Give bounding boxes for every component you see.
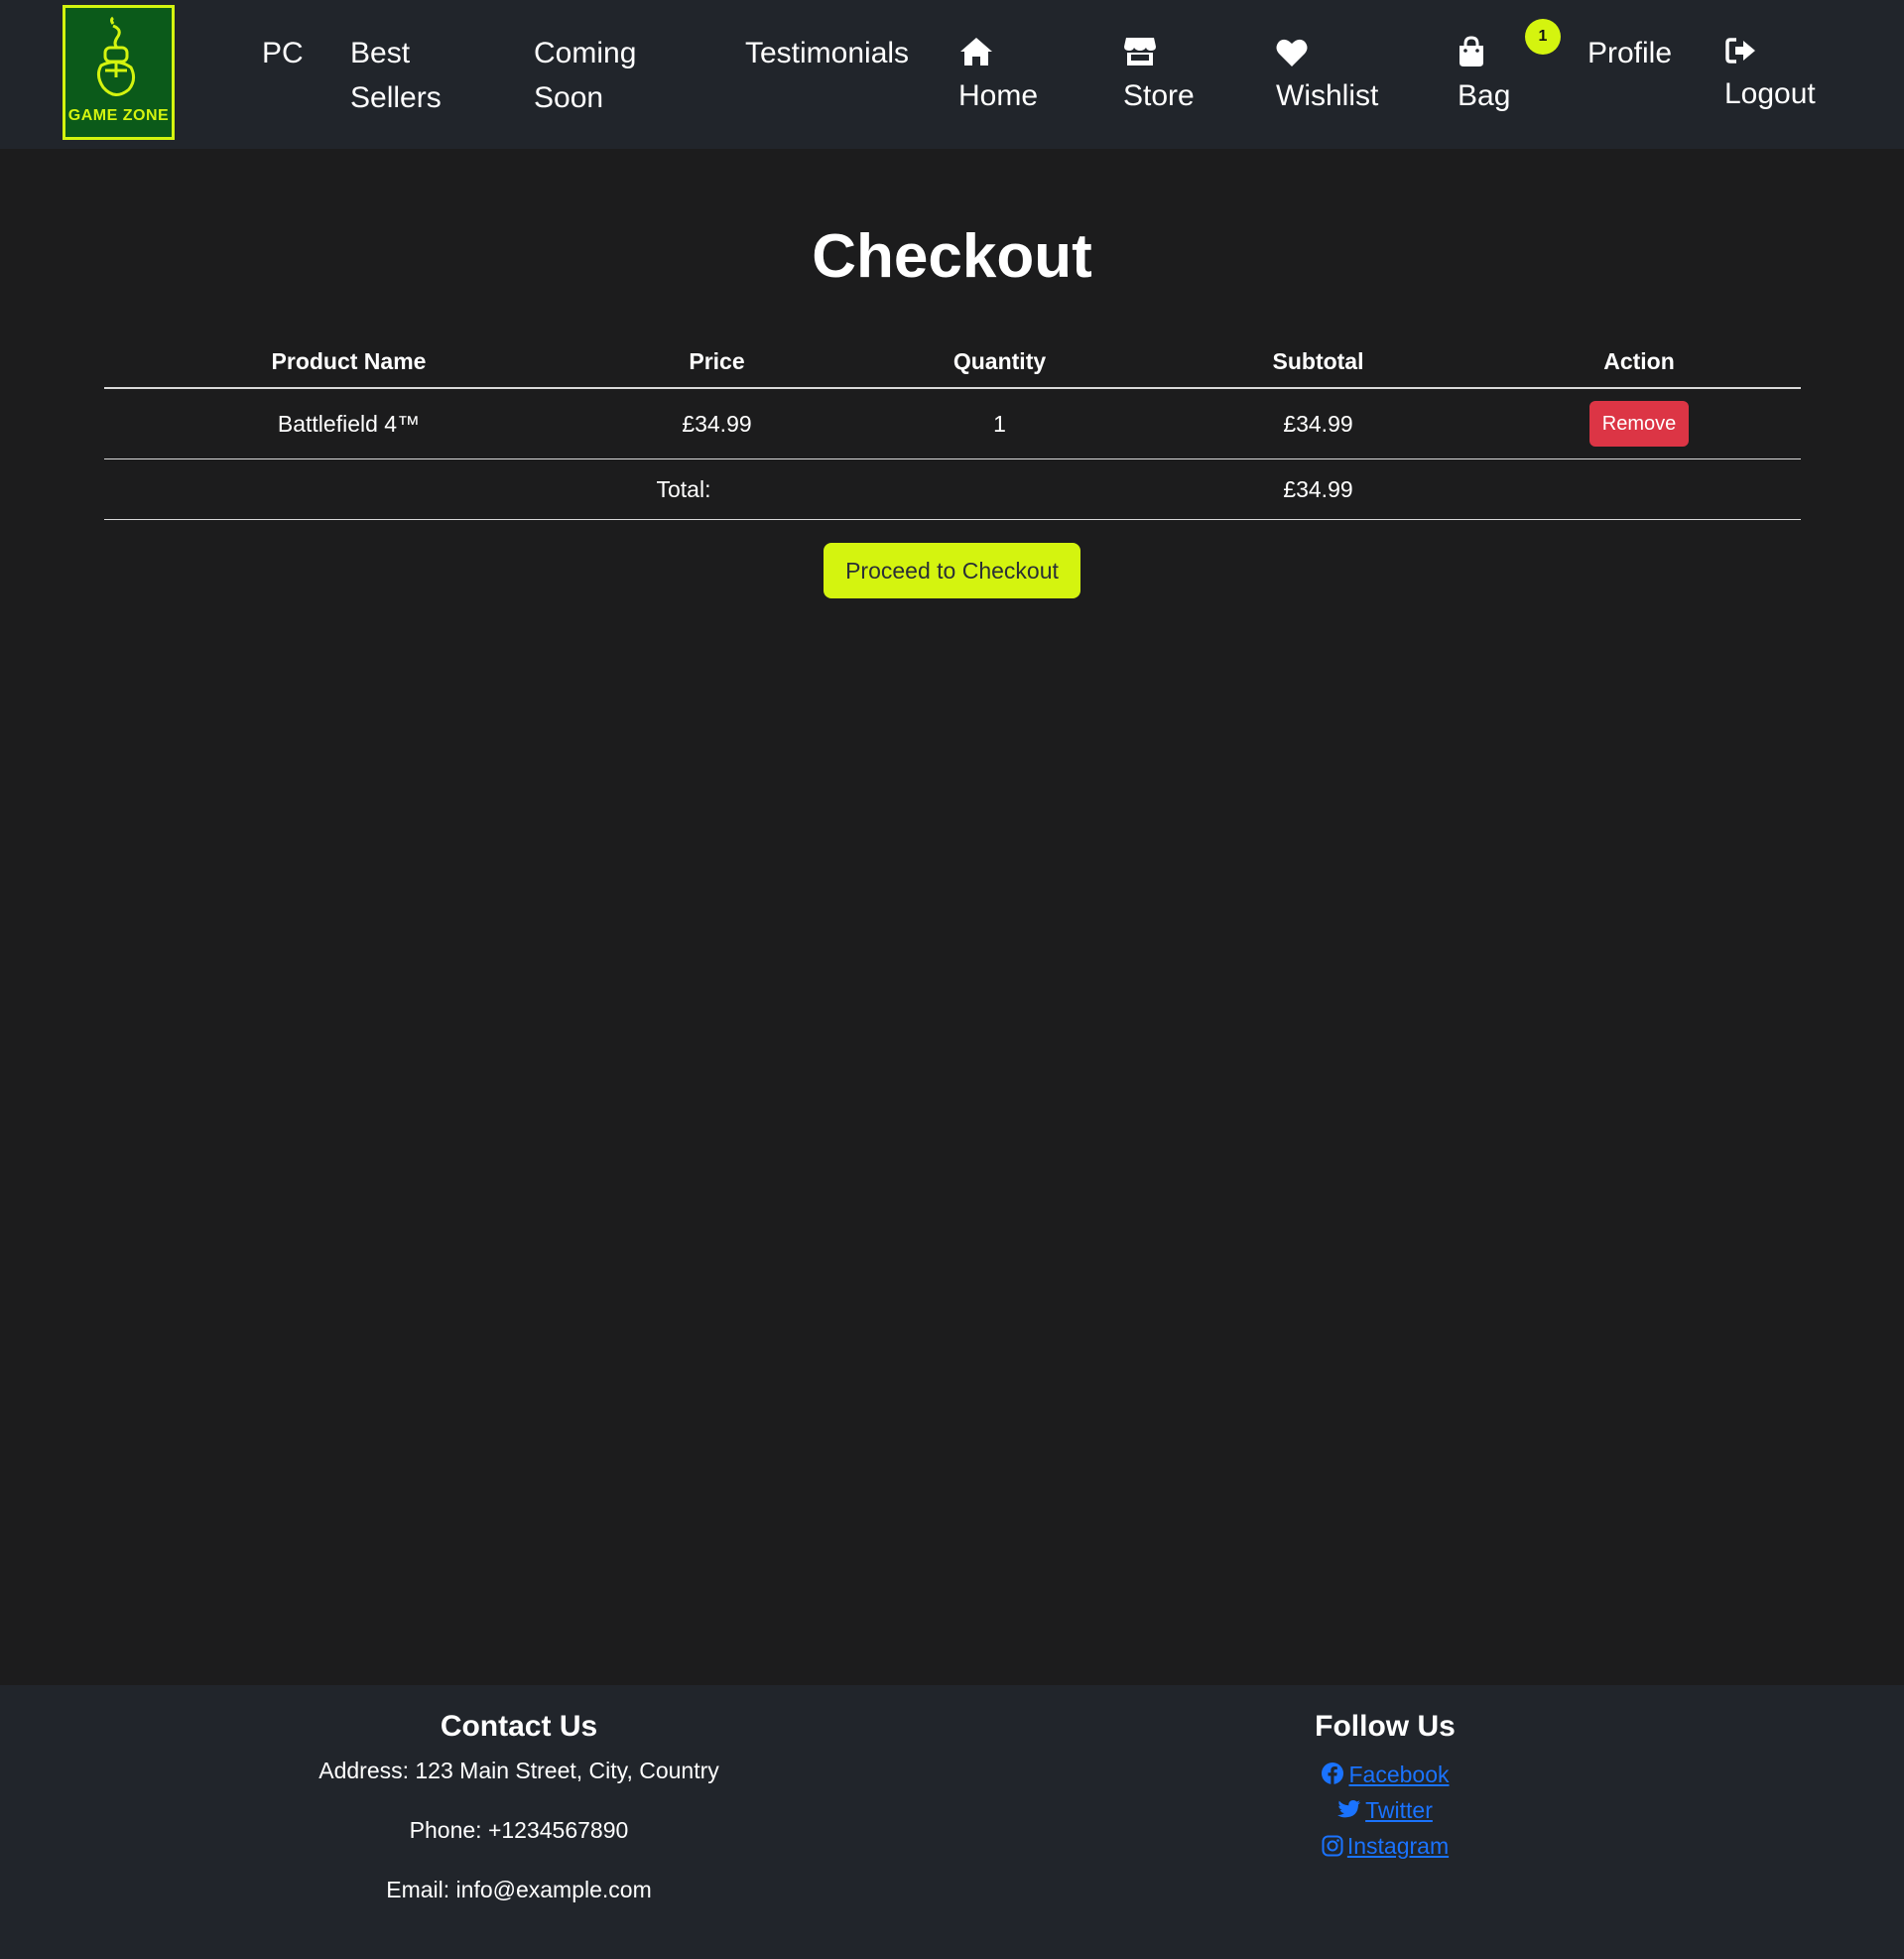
- contact-heading: Contact Us: [440, 1710, 598, 1743]
- price-cell: £34.99: [593, 388, 840, 459]
- subtotal-cell: £34.99: [1159, 388, 1477, 459]
- home-icon: [960, 38, 992, 65]
- nav-bag-label: Bag: [1458, 79, 1511, 112]
- nav-logout-label: Logout: [1724, 77, 1816, 110]
- nav-link-testimonials[interactable]: Testimonials: [745, 31, 909, 75]
- shopping-bag-icon: [1460, 36, 1483, 66]
- twitter-link[interactable]: Twitter: [1187, 1792, 1584, 1828]
- quantity-cell: 1: [840, 388, 1159, 459]
- nav-link-profile[interactable]: Profile: [1587, 31, 1672, 75]
- total-label: Total:: [104, 458, 1159, 520]
- total-row: Total: £34.99: [104, 458, 1801, 520]
- nav-link-coming-soon[interactable]: Coming Soon: [534, 31, 636, 120]
- nav-link-coming-soon-line2: Soon: [534, 81, 604, 114]
- game-zone-logo[interactable]: GAME ZONE: [63, 5, 175, 140]
- facebook-link-label: Facebook: [1348, 1762, 1450, 1787]
- instagram-link[interactable]: Instagram: [1187, 1828, 1584, 1864]
- contact-email: Email: info@example.com: [386, 1877, 652, 1902]
- proceed-to-checkout-button[interactable]: Proceed to Checkout: [824, 543, 1080, 598]
- nav-link-best-sellers-line2: Sellers: [350, 81, 442, 114]
- action-cell: Remove: [1477, 388, 1801, 459]
- contact-address: Address: 123 Main Street, City, Country: [318, 1758, 719, 1783]
- instagram-icon: [1322, 1835, 1343, 1857]
- heart-icon: [1276, 39, 1308, 66]
- nav-link-bag[interactable]: Bag: [1458, 36, 1510, 118]
- column-header-product-name: Product Name: [104, 335, 593, 389]
- mouse-logo-icon: [96, 16, 136, 96]
- footer: Contact Us Address: 123 Main Street, Cit…: [0, 1685, 1904, 1959]
- nav-link-logout[interactable]: Logout: [1724, 36, 1816, 116]
- logo-text: GAME ZONE: [67, 107, 170, 124]
- nav-link-best-sellers-line1: Best: [350, 37, 411, 69]
- column-header-subtotal: Subtotal: [1159, 335, 1477, 389]
- nav-link-coming-soon-line1: Coming: [534, 37, 637, 69]
- column-header-price: Price: [593, 335, 840, 389]
- navbar: GAME ZONE PC Best Sellers Coming Soon Te…: [0, 0, 1904, 149]
- column-header-quantity: Quantity: [840, 335, 1159, 389]
- contact-phone: Phone: +1234567890: [409, 1817, 629, 1843]
- contact-section: Contact Us Address: 123 Main Street, Cit…: [221, 1707, 817, 1935]
- nav-link-store[interactable]: Store: [1123, 36, 1195, 118]
- product-name-cell: Battlefield 4™: [104, 388, 593, 459]
- facebook-icon: [1322, 1763, 1344, 1784]
- nav-home-label: Home: [958, 79, 1039, 112]
- table-row: Battlefield 4™ £34.99 1 £34.99 Remove: [104, 388, 1801, 459]
- instagram-link-label: Instagram: [1346, 1833, 1450, 1859]
- total-value: £34.99: [1159, 458, 1477, 520]
- nav-link-pc[interactable]: PC: [262, 31, 304, 75]
- bag-count-badge: 1: [1525, 19, 1561, 55]
- twitter-icon: [1337, 1800, 1361, 1818]
- nav-store-label: Store: [1123, 79, 1195, 112]
- twitter-link-label: Twitter: [1365, 1797, 1433, 1823]
- cart-table: Product Name Price Quantity Subtotal Act…: [104, 335, 1801, 520]
- store-icon: [1124, 38, 1156, 65]
- facebook-link[interactable]: Facebook: [1187, 1757, 1584, 1792]
- follow-section: Follow Us Facebook Twitter Instagram: [1187, 1707, 1584, 1864]
- nav-link-wishlist[interactable]: Wishlist: [1276, 38, 1378, 118]
- table-header-row: Product Name Price Quantity Subtotal Act…: [104, 335, 1801, 389]
- follow-heading: Follow Us: [1315, 1710, 1456, 1743]
- column-header-action: Action: [1477, 335, 1801, 389]
- page-title: Checkout: [812, 222, 1092, 291]
- nav-link-home[interactable]: Home: [958, 36, 1038, 118]
- total-empty-cell: [1477, 458, 1801, 520]
- sign-out-icon: [1725, 38, 1755, 64]
- nav-link-best-sellers[interactable]: Best Sellers: [350, 31, 442, 120]
- remove-button[interactable]: Remove: [1589, 401, 1689, 447]
- nav-wishlist-label: Wishlist: [1276, 79, 1379, 112]
